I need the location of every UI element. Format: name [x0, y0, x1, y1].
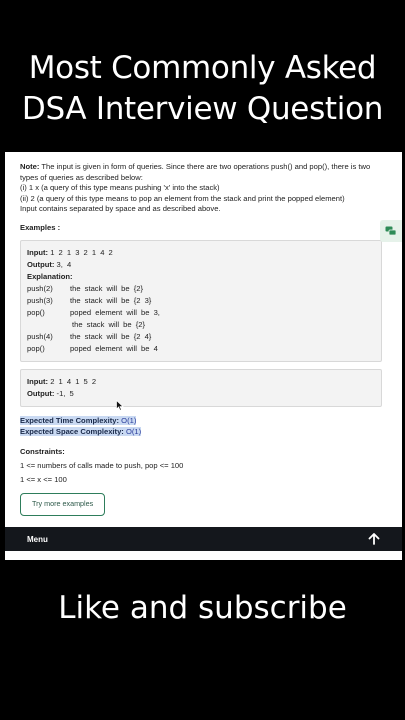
space-complexity-label: Expected Space Complexity:: [20, 427, 124, 436]
note-line1: The input is given in form of queries. S…: [41, 162, 371, 171]
ex1-row: pop() poped element will be 3,: [27, 307, 375, 319]
constraints-block: Constraints: 1 <= numbers of calls made …: [20, 445, 382, 487]
ex1-row-desc: poped element will be 4: [70, 344, 158, 353]
ex2-output-value: -1, 5: [56, 389, 74, 398]
complexity-block: Expected Time Complexity: O(1) Expected …: [20, 415, 382, 437]
bottom-menu-bar: Menu: [5, 527, 402, 551]
menu-button[interactable]: Menu: [27, 535, 48, 544]
video-title-line1: Most Commonly Asked: [28, 50, 377, 86]
example-2-box: Input: 2 1 4 1 5 2 Output: -1, 5: [20, 369, 382, 407]
note-block: Note: The input is given in form of quer…: [20, 162, 382, 215]
ex1-row-desc: the stack will be {2}: [72, 320, 146, 329]
space-complexity: Expected Space Complexity: O(1): [20, 427, 142, 436]
ex1-row: push(2) the stack will be {2}: [27, 283, 375, 295]
ex1-row: pop() poped element will be 4: [27, 343, 375, 355]
problem-content: Note: The input is given in form of quer…: [20, 162, 382, 516]
ex1-row-op: pop(): [27, 308, 45, 317]
ex2-output-label: Output:: [27, 389, 55, 398]
note-line2: types of queries as described below:: [20, 172, 143, 182]
ex1-row-op: push(4): [27, 332, 53, 341]
chat-toggle-button[interactable]: [380, 220, 402, 242]
ex1-input-value: 1 2 1 3 2 1 4 2: [50, 248, 113, 257]
ex1-row-desc: the stack will be {2 3}: [70, 296, 152, 305]
note-line3: (i) 1 x (a query of this type means push…: [20, 183, 220, 192]
ex1-output-label: Output:: [27, 260, 55, 269]
subscribe-overlay-text: Like and subscribe: [58, 590, 347, 626]
ex1-input-label: Input:: [27, 248, 49, 257]
ex1-output-value: 3, 4: [56, 260, 72, 269]
video-title-overlay: Most Commonly Asked DSA Interview Questi…: [0, 48, 405, 130]
note-label: Note:: [20, 162, 40, 171]
time-complexity-label: Expected Time Complexity:: [20, 416, 120, 425]
ex1-row-desc: poped element will be 3,: [70, 308, 160, 317]
ex1-row: push(4) the stack will be {2 4}: [27, 331, 375, 343]
ex1-row: push(3) the stack will be {2 3}: [27, 295, 375, 307]
time-complexity-value: O(1): [121, 416, 137, 425]
ex1-row-desc: the stack will be {2}: [70, 284, 144, 293]
video-title-line2: DSA Interview Question: [21, 91, 384, 127]
ex2-input-label: Input:: [27, 377, 49, 386]
mouse-cursor-icon: [116, 398, 124, 416]
try-more-examples-button[interactable]: Try more examples: [20, 493, 106, 516]
example-1-box: Input: 1 2 1 3 2 1 4 2 Output: 3, 4 Expl…: [20, 240, 382, 362]
scroll-top-arrow-icon[interactable]: [368, 533, 380, 545]
note-line4: (ii) 2 (a query of this type means to po…: [20, 193, 345, 203]
ex2-input-value: 2 1 4 1 5 2: [50, 377, 97, 386]
note-line5: Input contains separated by space and as…: [20, 204, 221, 213]
ex1-row: the stack will be {2}: [27, 319, 375, 331]
ex1-row-desc: the stack will be {2 4}: [70, 332, 152, 341]
ex1-row-op: pop(): [27, 344, 45, 353]
constraint-line1: 1 <= numbers of calls made to push, pop …: [20, 461, 184, 470]
problem-screenshot: Note: The input is given in form of quer…: [5, 152, 402, 560]
chat-icon: [385, 226, 397, 235]
examples-heading: Examples :: [20, 222, 61, 232]
ex1-row-op: push(2): [27, 284, 53, 293]
time-complexity: Expected Time Complexity: O(1): [20, 416, 137, 425]
space-complexity-value: O(1): [125, 427, 142, 436]
ex1-explanation-label: Explanation:: [27, 272, 73, 281]
constraints-label: Constraints:: [20, 447, 65, 456]
ex1-row-op: [27, 319, 70, 331]
ex1-row-op: push(3): [27, 296, 53, 305]
constraint-line2: 1 <= x <= 100: [20, 475, 67, 484]
